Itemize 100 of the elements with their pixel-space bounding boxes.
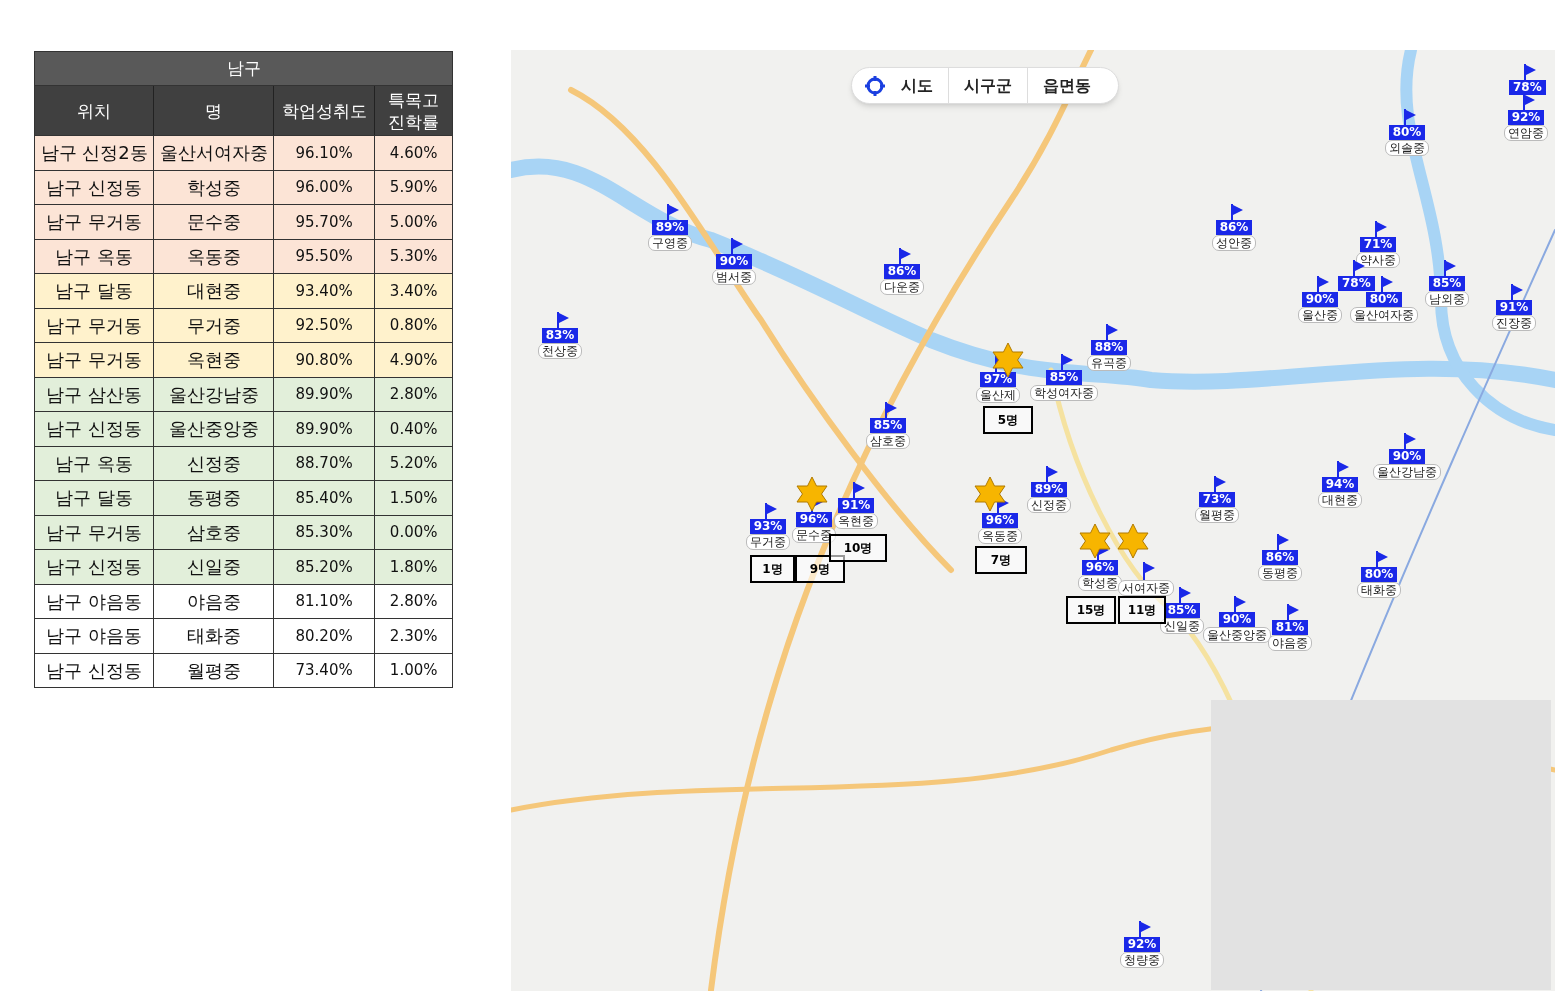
table-cell-text: 0.00% [388, 522, 439, 543]
table-cell: 89.90% [273, 412, 376, 446]
region-tab[interactable]: 시구군 [949, 68, 1028, 103]
percent-label: 92% [1507, 110, 1545, 125]
percent-label: 81% [1271, 620, 1309, 635]
school-label[interactable]: 대현중 [1318, 492, 1362, 508]
school-label[interactable]: 약사중 [1356, 252, 1400, 268]
percent-label: 89% [1030, 482, 1068, 497]
flag-icon [556, 312, 570, 330]
flag-icon [1230, 204, 1244, 222]
table-cell: 남구 달동 [35, 274, 155, 308]
flag-icon [1316, 276, 1330, 294]
table-cell: 문수중 [154, 205, 274, 239]
school-label[interactable]: 연암중 [1504, 125, 1548, 141]
percent-label: 83% [541, 328, 579, 343]
table-cell: 태화중 [154, 619, 274, 653]
percent-label: 97% [979, 372, 1017, 387]
school-label[interactable]: 태화중 [1357, 582, 1401, 598]
table-cell: 울산중앙중 [154, 412, 274, 446]
table-cell-text: 1.00% [388, 660, 439, 681]
school-label[interactable]: 동평중 [1258, 565, 1302, 581]
flag-icon [1213, 476, 1227, 494]
percent-label: 80% [1365, 292, 1403, 307]
school-label[interactable]: 학성여자중 [1030, 385, 1098, 401]
flag-icon [730, 238, 744, 256]
percent-label: 96% [795, 512, 833, 527]
table-title: 남구 [35, 52, 452, 86]
table-cell: 남구 달동 [35, 481, 155, 515]
region-tab[interactable]: 읍면동 [1028, 68, 1106, 103]
table-cell-text: 3.40% [388, 280, 439, 302]
flag-icon [1286, 604, 1300, 622]
school-label[interactable]: 삼호중 [866, 433, 910, 449]
school-label[interactable]: 월평중 [1195, 507, 1239, 523]
percent-label: 85% [1045, 370, 1083, 385]
table-cell: 남구 무거동 [35, 343, 155, 377]
locate-icon[interactable] [864, 74, 886, 97]
school-label[interactable]: 울산중앙중 [1203, 627, 1271, 643]
school-label[interactable]: 무거중 [746, 534, 790, 550]
school-label[interactable]: 울산여자중 [1350, 307, 1418, 323]
star-icon [794, 476, 830, 512]
table-cell-text: 0.80% [388, 315, 439, 336]
table-cell: 남구 야음동 [35, 619, 155, 653]
school-label[interactable]: 울산강남중 [1373, 464, 1441, 480]
percent-label: 90% [1301, 292, 1339, 307]
flag-icon [1380, 276, 1394, 294]
table-cell: 신일중 [154, 550, 274, 584]
percent-label: 71% [1359, 237, 1397, 252]
percent-label: 85% [1163, 603, 1201, 618]
school-label[interactable]: 문수중 [792, 527, 836, 543]
school-label[interactable]: 외솔중 [1385, 140, 1429, 156]
school-label[interactable]: 구영중 [648, 235, 692, 251]
percent-label: 78% [1338, 276, 1375, 291]
flag-icon [1045, 466, 1059, 484]
school-label[interactable]: 범서중 [712, 269, 756, 285]
flag-icon [1374, 221, 1388, 239]
table-cell: 95.70% [273, 205, 376, 239]
table-cell: 85.20% [273, 550, 376, 584]
count-box: 15명 [1066, 596, 1116, 624]
flag-icon [1510, 284, 1524, 302]
table-cell: 남구 신정동 [35, 412, 155, 446]
school-label[interactable]: 청량중 [1120, 952, 1164, 968]
school-label[interactable]: 유곡중 [1087, 355, 1131, 371]
school-label[interactable]: 성안중 [1212, 235, 1256, 251]
school-label[interactable]: 다운중 [880, 279, 924, 295]
percent-label: 73% [1198, 492, 1236, 507]
percent-label: 90% [1388, 449, 1426, 464]
table-cell: 월평중 [154, 653, 274, 687]
table-cell-text: 5.90% [388, 177, 439, 198]
school-label[interactable]: 야음중 [1268, 635, 1312, 651]
flag-icon [1105, 324, 1119, 342]
school-label[interactable]: 신정중 [1027, 497, 1071, 513]
flag-icon [666, 204, 680, 222]
count-box: 9명 [795, 555, 845, 583]
school-label[interactable]: 신일중 [1160, 618, 1204, 634]
percent-label: 80% [1388, 125, 1426, 140]
school-label[interactable]: 진장중 [1492, 315, 1536, 331]
column-header: 특목고 진학률 [387, 88, 441, 134]
region-tab[interactable]: 시도 [886, 68, 949, 103]
flag-icon [1060, 354, 1074, 372]
table-cell-text: 4.90% [388, 349, 439, 371]
flag-icon [1403, 433, 1417, 451]
percent-label: 85% [1428, 276, 1466, 291]
percent-label: 90% [715, 254, 753, 269]
count-box: 1명 [750, 555, 795, 583]
school-label[interactable]: 울산중 [1298, 307, 1342, 323]
school-label[interactable]: 옥현중 [834, 513, 878, 529]
school-label[interactable]: 서여자중 [1118, 580, 1174, 596]
count-box: 11명 [1118, 596, 1166, 624]
table-cell: 울산서여자중 [154, 136, 274, 170]
table-cell: 73.40% [273, 653, 376, 687]
school-label[interactable]: 천상중 [538, 343, 582, 359]
table-cell: 93.40% [273, 274, 376, 308]
table-cell-text: 2.80% [388, 591, 439, 612]
count-box: 7명 [975, 546, 1027, 574]
table-cell: 대현중 [154, 274, 274, 308]
school-label[interactable]: 학성중 [1078, 575, 1122, 591]
school-label[interactable]: 남외중 [1425, 291, 1469, 307]
school-label[interactable]: 울산제 [976, 387, 1020, 403]
flag-icon [1522, 94, 1536, 112]
school-label[interactable]: 옥동중 [978, 528, 1022, 544]
